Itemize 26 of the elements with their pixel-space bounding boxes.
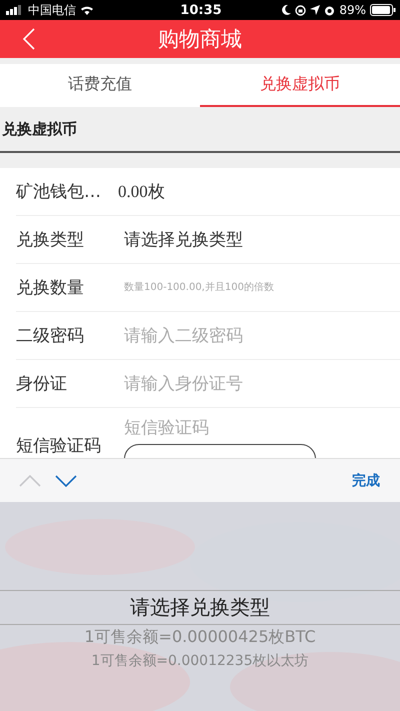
input-field[interactable]: 请输入二级密码: [124, 326, 374, 346]
field-label: 兑换数量: [16, 277, 85, 299]
carrier-name: 中国电信: [28, 2, 76, 18]
rotation-lock-icon: [295, 4, 306, 16]
status-time: 10:35: [180, 2, 222, 18]
battery-icon: [370, 4, 396, 16]
field-label: 短信验证码: [16, 435, 102, 457]
moon-icon: [282, 5, 292, 15]
done-button[interactable]: 完成: [352, 472, 380, 490]
field-label: 二级密码: [16, 325, 85, 347]
field-label: 身份证: [16, 373, 68, 395]
section-title: 兑换虚拟币: [2, 120, 77, 138]
input-field[interactable]: 短信验证码: [124, 418, 374, 438]
page-title: 购物商城: [158, 26, 242, 53]
field-value: 0.00枚: [118, 181, 165, 203]
select-field[interactable]: 请选择兑换类型: [124, 228, 243, 251]
input-field[interactable]: 请输入身份证号: [124, 374, 374, 394]
back-icon[interactable]: [23, 28, 35, 50]
signal-icon: [6, 5, 24, 15]
next-icon[interactable]: [55, 474, 77, 486]
battery-percent: 89%: [339, 3, 366, 17]
location-icon: [310, 5, 320, 15]
picker-option[interactable]: 1可售余额=0.00000425枚BTC: [84, 627, 316, 648]
wifi-icon: [80, 5, 94, 15]
picker-option[interactable]: 请选择兑换类型: [0, 590, 400, 625]
field-label: 兑换类型: [16, 229, 85, 251]
